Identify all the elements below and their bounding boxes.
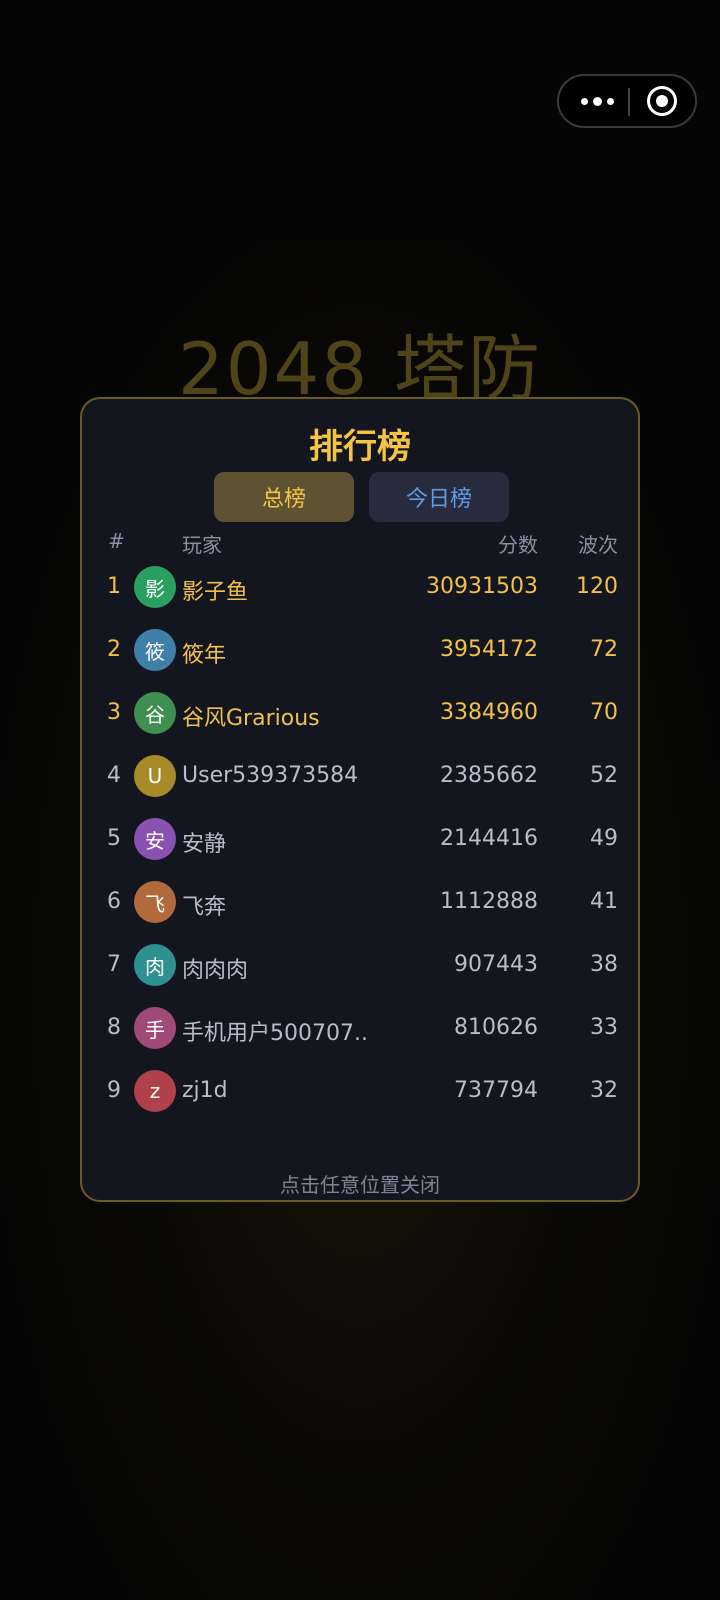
score-cell: 30931503 bbox=[426, 574, 538, 599]
rank-cell: 6 bbox=[107, 889, 121, 914]
leaderboard-title: 排行榜 bbox=[309, 427, 411, 467]
wave-cell: 52 bbox=[590, 763, 618, 788]
table-row: 1 影影子鱼 30931503 120 bbox=[82, 556, 638, 619]
leaderboard-modal: 排行榜 总榜 今日榜 # 玩家 分数 波次 1 影影子鱼 30931503 120 2 筱… bbox=[80, 397, 640, 1202]
avatar: U bbox=[134, 755, 176, 797]
rank-cell: 1 bbox=[107, 574, 121, 599]
wave-cell: 70 bbox=[590, 700, 618, 725]
leaderboard-list: 1 影影子鱼 30931503 120 2 筱筱年 3954172 72 3 谷谷风Grariou… bbox=[82, 556, 638, 1123]
player-name: User539373584 bbox=[182, 763, 359, 788]
table-row: 5 安安静 2144416 49 bbox=[82, 808, 638, 871]
score-cell: 2385662 bbox=[440, 763, 538, 788]
capsule-divider bbox=[628, 88, 630, 116]
wave-cell: 32 bbox=[590, 1078, 618, 1103]
table-row: 9 z zj1d 737794 32 bbox=[82, 1060, 638, 1123]
avatar: 筱 bbox=[134, 629, 176, 671]
wave-cell: 33 bbox=[590, 1015, 618, 1040]
player-name: 飞奔 bbox=[182, 895, 227, 920]
rank-cell: 8 bbox=[107, 1015, 121, 1040]
player-name: 手机用户500707.. bbox=[182, 1021, 368, 1046]
rank-cell: 2 bbox=[107, 637, 121, 662]
score-cell: 3384960 bbox=[440, 700, 538, 725]
player-name: 影子鱼 bbox=[182, 580, 249, 605]
column-player: 玩家 bbox=[182, 533, 222, 557]
wave-cell: 38 bbox=[590, 952, 618, 977]
column-wave: 波次 bbox=[578, 533, 618, 557]
column-rank: # bbox=[108, 529, 125, 553]
wave-cell: 72 bbox=[590, 637, 618, 662]
player-name: zj1d bbox=[182, 1078, 228, 1103]
avatar: 飞 bbox=[134, 881, 176, 923]
rank-cell: 9 bbox=[107, 1078, 121, 1103]
score-cell: 3954172 bbox=[440, 637, 538, 662]
game-screen[interactable]: 2048 塔防 排行榜 总榜 今日榜 # 玩家 分数 波次 1 影影子鱼 30931… bbox=[0, 0, 720, 1600]
table-row: 8 手手机用户500707.. 810626 33 bbox=[82, 997, 638, 1060]
avatar: 谷 bbox=[134, 692, 176, 734]
player-name: 安静 bbox=[182, 832, 227, 857]
wave-cell: 41 bbox=[590, 889, 618, 914]
table-row: 2 筱筱年 3954172 72 bbox=[82, 619, 638, 682]
player-name: 谷风Grarious bbox=[182, 706, 320, 731]
avatar: 手 bbox=[134, 1007, 176, 1049]
tab-today[interactable]: 今日榜 bbox=[369, 472, 509, 522]
avatar: 影 bbox=[134, 566, 176, 608]
column-score: 分数 bbox=[498, 533, 538, 557]
score-cell: 2144416 bbox=[440, 826, 538, 851]
player-name: 肉肉肉 bbox=[182, 958, 249, 983]
score-cell: 907443 bbox=[454, 952, 538, 977]
close-hint: 点击任意位置关闭 bbox=[280, 1173, 440, 1197]
avatar: 肉 bbox=[134, 944, 176, 986]
avatar: z bbox=[134, 1070, 176, 1112]
score-cell: 737794 bbox=[454, 1078, 538, 1103]
score-cell: 810626 bbox=[454, 1015, 538, 1040]
rank-cell: 3 bbox=[107, 700, 121, 725]
player-name: 筱年 bbox=[182, 643, 227, 668]
score-cell: 1112888 bbox=[440, 889, 538, 914]
table-row: 6 飞飞奔 1112888 41 bbox=[82, 871, 638, 934]
wave-cell: 120 bbox=[576, 574, 618, 599]
target-close-icon[interactable] bbox=[647, 86, 677, 116]
table-row: 7 肉肉肉肉 907443 38 bbox=[82, 934, 638, 997]
rank-cell: 5 bbox=[107, 826, 121, 851]
rank-cell: 4 bbox=[107, 763, 121, 788]
more-dots-icon[interactable] bbox=[577, 90, 617, 112]
miniprogram-capsule bbox=[557, 74, 697, 128]
table-row: 3 谷谷风Grarious 3384960 70 bbox=[82, 682, 638, 745]
rank-cell: 7 bbox=[107, 952, 121, 977]
table-header: # 玩家 分数 波次 bbox=[82, 529, 638, 559]
avatar: 安 bbox=[134, 818, 176, 860]
table-row: 4 U User539373584 2385662 52 bbox=[82, 745, 638, 808]
tab-total[interactable]: 总榜 bbox=[214, 472, 354, 522]
wave-cell: 49 bbox=[590, 826, 618, 851]
